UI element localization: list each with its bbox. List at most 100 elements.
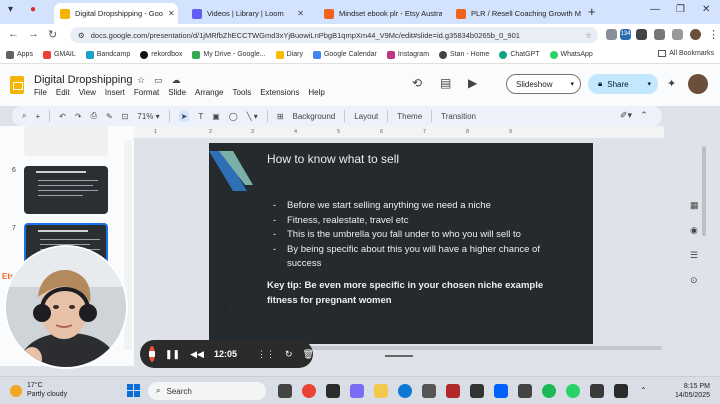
maximize-button[interactable]: ❐ (676, 4, 685, 15)
bookmark-rekordbox[interactable]: rekordbox (140, 50, 182, 59)
text-box-icon[interactable]: T (198, 112, 203, 121)
zoom-fit-icon[interactable]: ⊡ (122, 112, 129, 121)
image-icon[interactable]: ▣ (212, 112, 220, 121)
notion-icon[interactable] (326, 384, 340, 398)
current-slide[interactable]: How to know what to sell Before we start… (209, 143, 593, 344)
tasks-icon[interactable]: ◉ (690, 225, 699, 236)
slide-title[interactable]: How to know what to sell (267, 152, 399, 166)
print-icon[interactable]: ⎙ (91, 111, 97, 121)
menu-help[interactable]: Help (308, 88, 324, 97)
menu-arrange[interactable]: Arrange (195, 88, 223, 97)
all-bookmarks[interactable]: All Bookmarks (658, 50, 714, 57)
menu-insert[interactable]: Insert (105, 88, 125, 97)
undo-icon[interactable]: ↶ (59, 112, 66, 121)
slide-thumbnail-6[interactable] (24, 166, 108, 214)
calculator-icon[interactable] (518, 384, 532, 398)
menu-view[interactable]: View (79, 88, 96, 97)
notion-icon[interactable] (614, 384, 628, 398)
minimize-button[interactable]: — (650, 4, 660, 15)
drawing-tools-icon[interactable]: ⋮⋮ (257, 349, 275, 360)
bookmark-chatgpt[interactable]: ChatGPT (499, 50, 540, 59)
file-explorer-icon[interactable] (374, 384, 388, 398)
new-slide-icon[interactable]: + (35, 112, 40, 121)
copilot-icon[interactable] (350, 384, 364, 398)
back-button[interactable]: ← (8, 28, 19, 40)
document-title[interactable]: Digital Dropshipping (34, 74, 132, 86)
reload-button[interactable]: ↻ (48, 28, 57, 41)
profile-avatar[interactable] (690, 29, 701, 40)
extension-icon[interactable] (636, 29, 647, 40)
paint-format-icon[interactable]: ✎ (106, 112, 113, 121)
vertical-scrollbar[interactable] (700, 126, 708, 366)
avatar[interactable] (688, 74, 708, 94)
dropbox-icon[interactable] (494, 384, 508, 398)
scrollbar-thumb[interactable] (702, 146, 706, 236)
app-icon[interactable] (590, 384, 604, 398)
app-icon[interactable] (470, 384, 484, 398)
slideshow-button[interactable]: Slideshow ▾ (506, 74, 581, 94)
slides-logo-icon[interactable] (10, 76, 24, 94)
select-tool-icon[interactable]: ➤ (178, 110, 190, 122)
menu-file[interactable]: File (34, 88, 47, 97)
contacts-icon[interactable]: ☰ (690, 250, 699, 261)
forward-button[interactable]: → (28, 28, 39, 40)
gemini-icon[interactable]: ✦ (667, 77, 676, 90)
taskbar-search[interactable]: ⌕ Search (148, 382, 266, 400)
bookmark-whatsapp[interactable]: WhatsApp (549, 50, 593, 59)
shape-icon[interactable]: ◯ (229, 112, 238, 121)
maps-icon[interactable]: ⊙ (690, 275, 699, 286)
restart-icon[interactable]: ↻ (285, 349, 293, 360)
sidepanel-icon[interactable] (672, 29, 683, 40)
task-view-icon[interactable] (278, 384, 292, 398)
mcafee-icon[interactable] (446, 384, 460, 398)
tab-digital-dropshipping[interactable]: Digital Dropshipping - Goo ✕ (54, 3, 178, 24)
key-tip-text[interactable]: Key tip: Be even more specific in your c… (267, 279, 567, 308)
keep-icon[interactable]: ▦ (690, 200, 699, 211)
slide-thumbnail-5[interactable] (24, 126, 108, 156)
tab-loom[interactable]: Videos | Library | Loom ✕ (186, 3, 310, 24)
bookmark-stan[interactable]: Stan - Home (439, 50, 489, 59)
share-button[interactable]: 🔒︎ Share ▾ (588, 74, 658, 94)
cloud-status-icon[interactable]: ☁ (172, 75, 181, 86)
menu-format[interactable]: Format (134, 88, 159, 97)
site-info-icon[interactable]: ⚙ (78, 31, 85, 40)
menu-slide[interactable]: Slide (168, 88, 186, 97)
layout-button[interactable]: Layout (354, 112, 378, 121)
menu-edit[interactable]: Edit (56, 88, 70, 97)
notes-resize-handle[interactable] (385, 355, 413, 357)
chevron-down-icon[interactable]: ▾ (570, 80, 574, 88)
menu-extensions[interactable]: Extensions (260, 88, 299, 97)
chrome-icon[interactable] (302, 384, 316, 398)
line-icon[interactable]: ╲ ▾ (247, 112, 258, 121)
extensions-puzzle-icon[interactable] (654, 29, 665, 40)
tab-search-icon[interactable]: ▾ (8, 4, 13, 15)
collapse-toolbar-icon[interactable]: ⌃ (640, 110, 648, 121)
weather-widget[interactable]: 17°C Partly cloudy (10, 382, 67, 399)
background-button[interactable]: Background (293, 112, 336, 121)
search-menus-icon[interactable]: ⌕ (22, 111, 26, 121)
transition-button[interactable]: Transition (441, 112, 476, 121)
redo-icon[interactable]: ↷ (75, 112, 82, 121)
extension-icon[interactable] (606, 29, 617, 40)
comments-icon[interactable]: ▤ (440, 76, 451, 90)
start-button[interactable] (127, 384, 140, 397)
bullet-list[interactable]: Before we start selling anything we need… (273, 199, 553, 272)
tab-etsy-mindset[interactable]: Mindset ebook plr - Etsy Austra ✕ (318, 3, 442, 24)
bookmark-star-icon[interactable]: ☆ (585, 31, 592, 40)
close-tab-icon[interactable]: ✕ (168, 9, 175, 18)
clock[interactable]: 8:15 PM 14/05/2025 (666, 382, 710, 400)
menu-tools[interactable]: Tools (233, 88, 252, 97)
trash-icon[interactable]: 🗑︎ (303, 349, 314, 360)
extension-badge-icon[interactable]: 134 (620, 29, 631, 40)
bookmark-diary[interactable]: Diary (275, 50, 303, 59)
pause-icon[interactable]: ❚❚ (165, 349, 180, 360)
rewind-icon[interactable]: ◀◀ (190, 349, 204, 360)
close-window-button[interactable]: ✕ (702, 4, 710, 15)
chevron-down-icon[interactable]: ▾ (647, 80, 651, 88)
whatsapp-taskbar-icon[interactable] (566, 384, 580, 398)
bookmark-bandcamp[interactable]: Bandcamp (85, 50, 130, 59)
spotify-icon[interactable] (542, 384, 556, 398)
zoom-select[interactable]: 71% ▾ (137, 112, 159, 121)
bookmark-google-calendar[interactable]: Google Calendar (312, 50, 377, 59)
webcam-bubble[interactable] (4, 245, 128, 369)
